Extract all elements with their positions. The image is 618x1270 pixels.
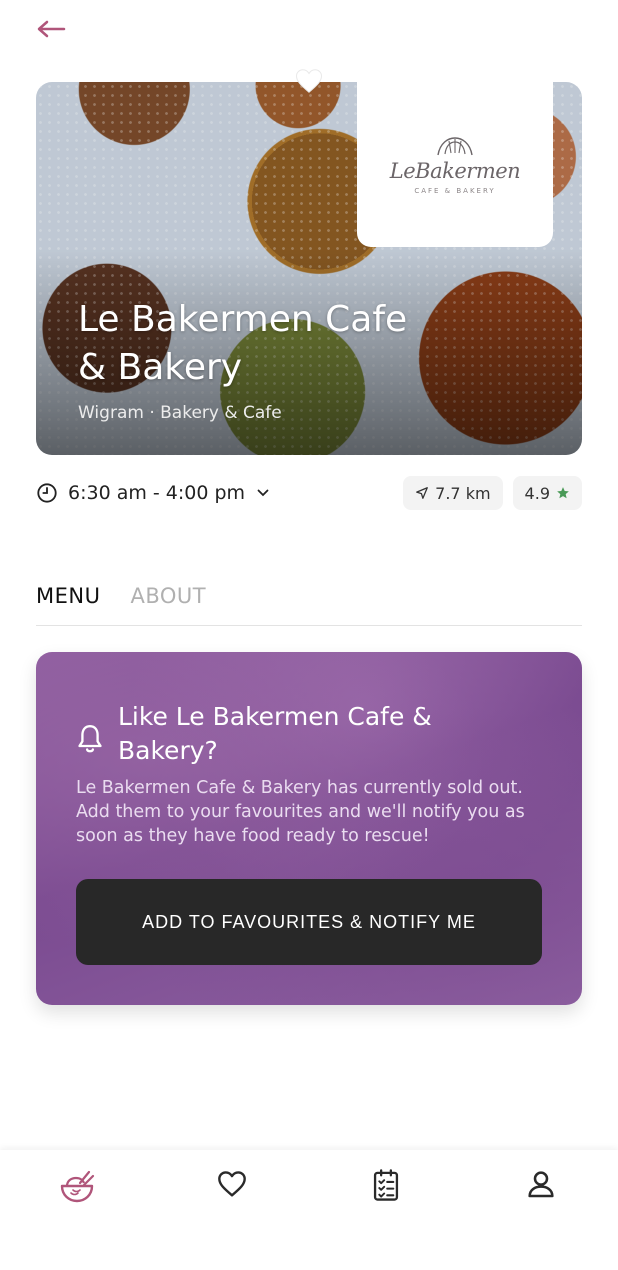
bottom-navigation [0, 1150, 618, 1270]
bell-icon [78, 725, 102, 753]
store-logo: LeBakermen CAFE & BAKERY [357, 82, 553, 247]
arrow-left-icon [37, 20, 66, 38]
star-icon [557, 487, 569, 499]
nav-favourites[interactable] [155, 1150, 310, 1270]
sold-out-notify-card: Like Le Bakermen Cafe & Bakery? Le Baker… [36, 652, 582, 1005]
logo-wordmark: LeBakermen [389, 158, 521, 183]
heart-icon [295, 69, 323, 93]
tab-menu[interactable]: MENU [36, 584, 100, 625]
bowl-icon [61, 1170, 95, 1203]
distance-value: 7.7 km [435, 483, 491, 503]
rating-badge: 4.9 [512, 476, 582, 510]
rating-value: 4.9 [524, 483, 550, 503]
nav-profile[interactable] [464, 1150, 618, 1270]
promo-description: Le Bakermen Cafe & Bakery has currently … [76, 778, 525, 846]
store-name: Le Bakermen Cafe & Bakery [78, 299, 408, 388]
store-tabs: MENU ABOUT [36, 584, 582, 626]
opening-hours: 6:30 am - 4:00 pm [68, 482, 246, 504]
back-button[interactable] [36, 16, 70, 42]
croissant-icon [437, 136, 473, 155]
distance-badge: 7.7 km [403, 476, 503, 510]
favourite-toggle[interactable] [294, 66, 324, 96]
promo-title: Like Le Bakermen Cafe & Bakery? [118, 702, 432, 765]
logo-tagline: CAFE & BAKERY [414, 186, 496, 195]
heart-icon [217, 1171, 246, 1197]
navigation-arrow-icon [416, 487, 429, 499]
store-info-row: 6:30 am - 4:00 pm 7.7 km 4.9 [36, 476, 582, 510]
user-icon [528, 1171, 554, 1198]
nav-discover[interactable] [0, 1150, 155, 1270]
nav-orders[interactable] [309, 1150, 464, 1270]
clock-icon [37, 483, 57, 503]
opening-hours-dropdown[interactable]: 6:30 am - 4:00 pm [36, 482, 269, 504]
chevron-down-icon [257, 489, 269, 497]
store-subtitle: Wigram · Bakery & Cafe [78, 403, 282, 423]
add-to-favourites-button[interactable]: ADD TO FAVOURITES & NOTIFY ME [76, 879, 542, 965]
clipboard-list-icon [374, 1169, 399, 1201]
tab-about[interactable]: ABOUT [130, 584, 206, 625]
